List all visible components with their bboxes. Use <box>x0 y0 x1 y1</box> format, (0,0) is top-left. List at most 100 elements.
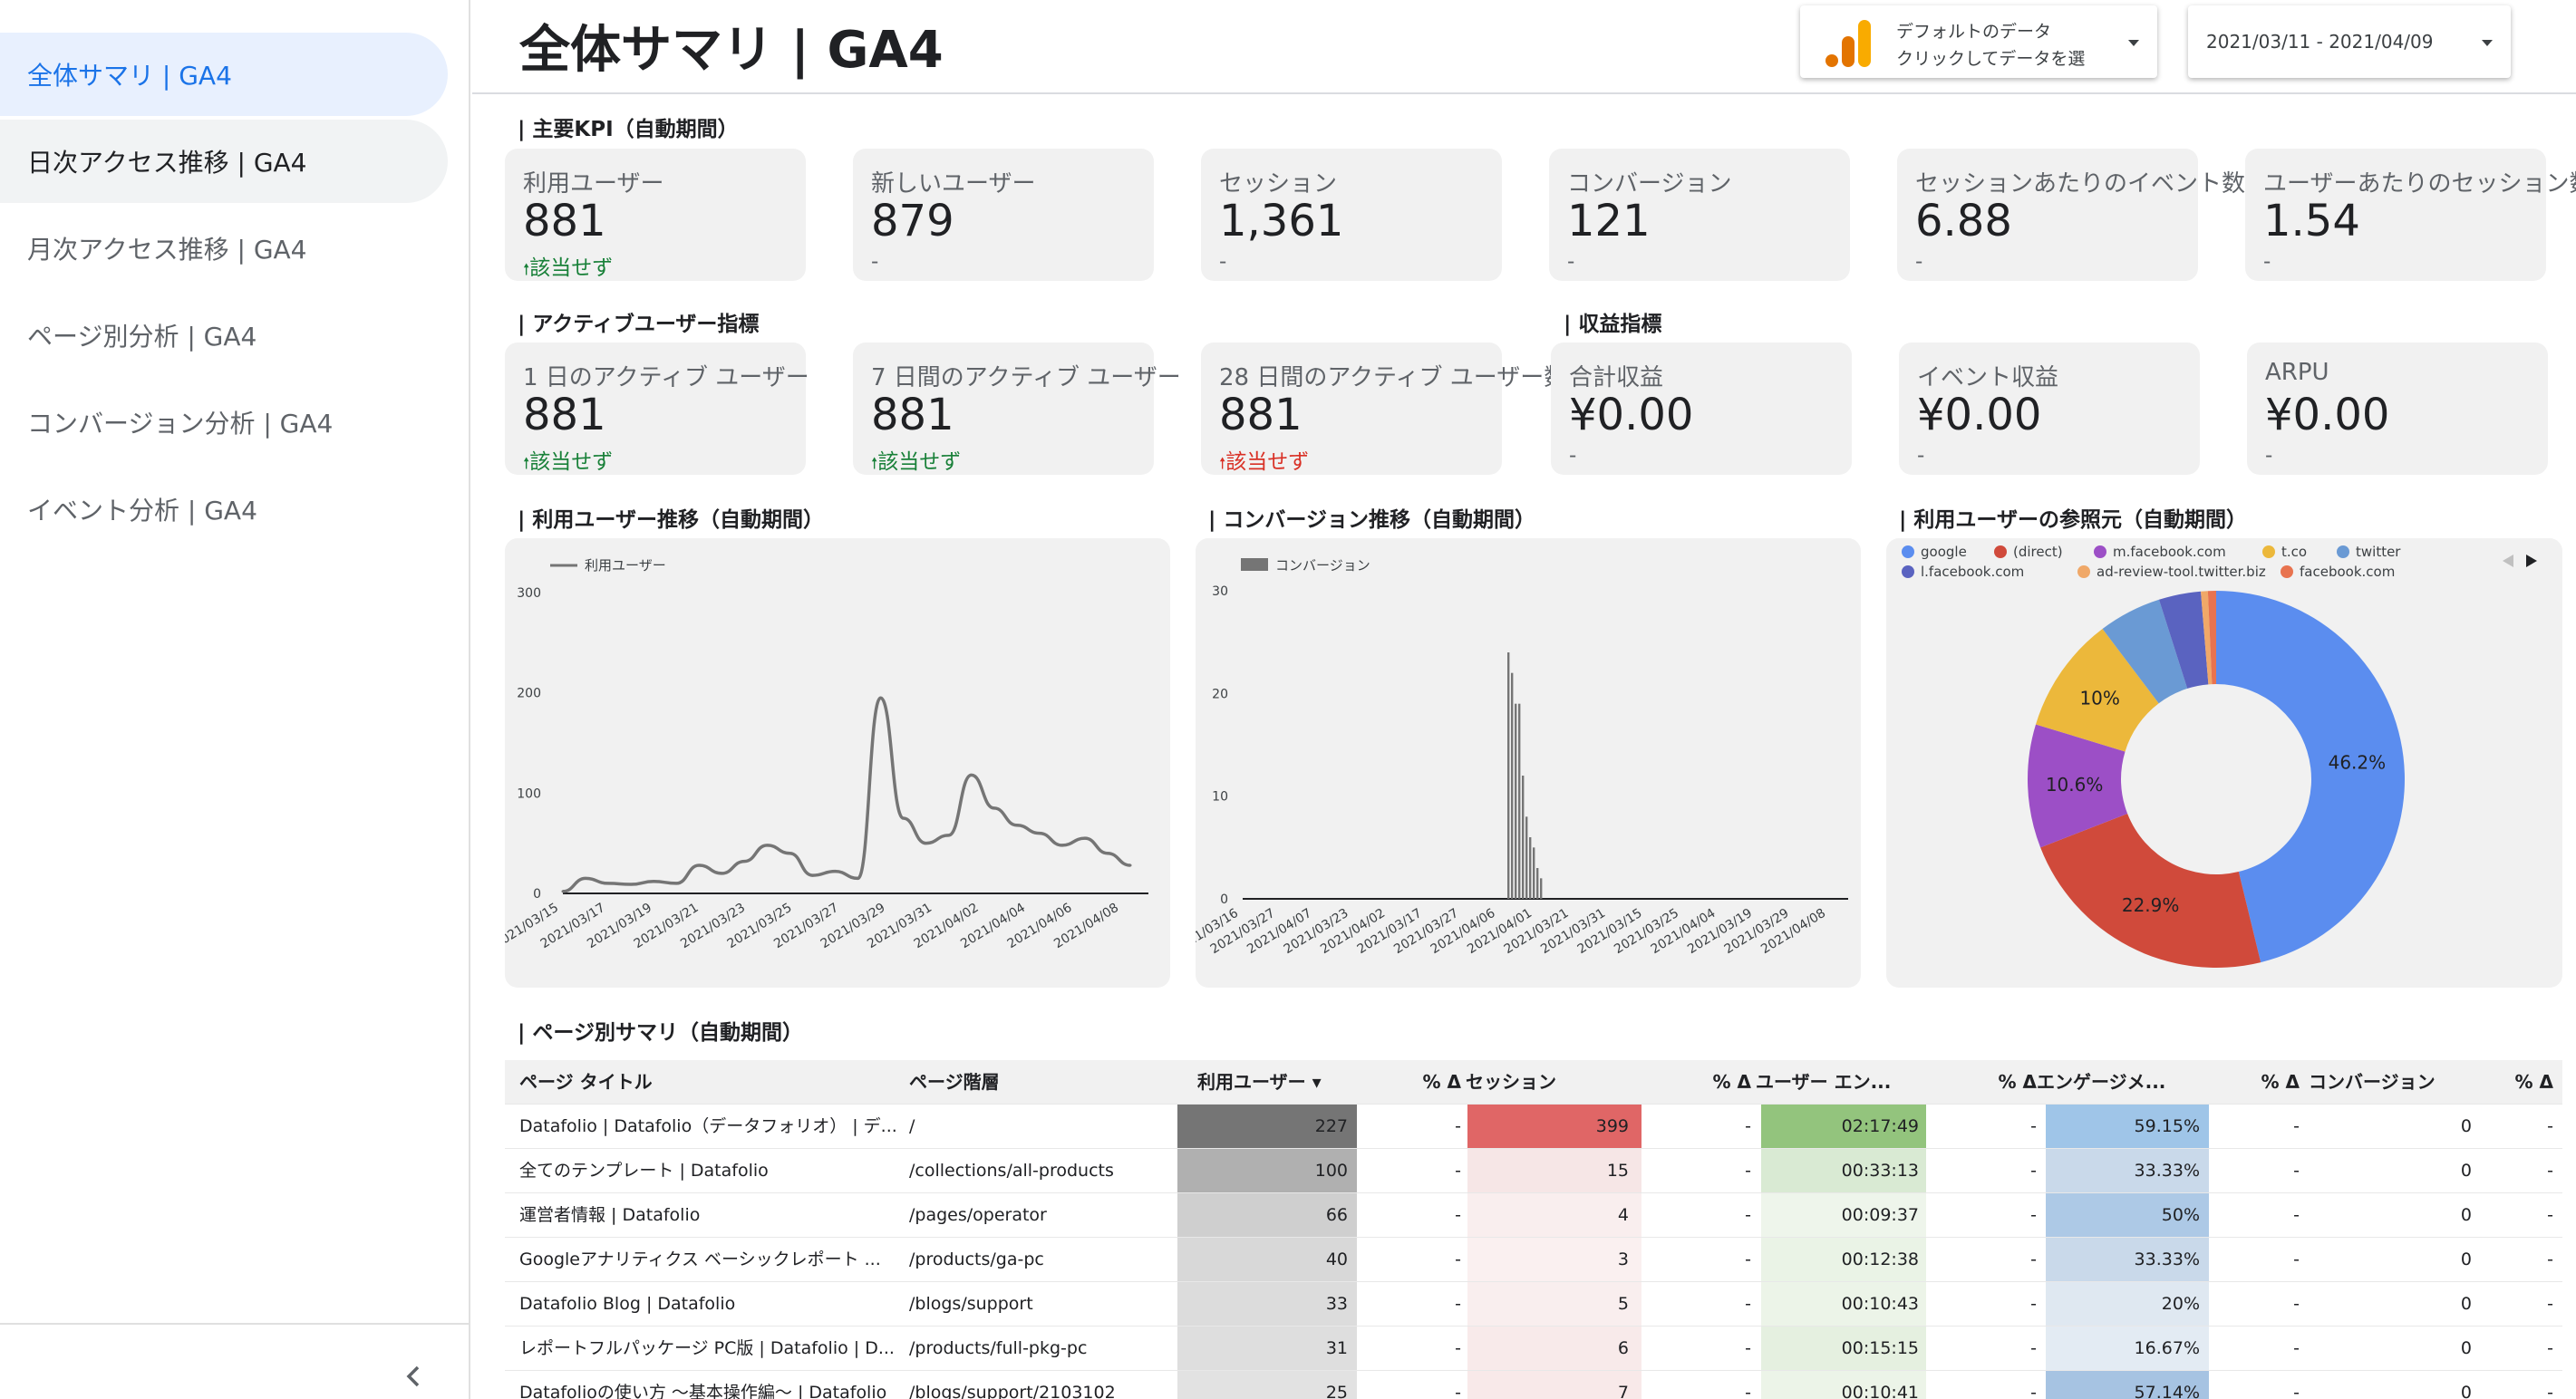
sidebar-item-conversion[interactable]: コンバージョン分析 | GA4 <box>0 381 448 464</box>
table-header-cell[interactable]: % Δ <box>1837 1060 2037 1104</box>
y-tick-label: 0 <box>533 887 541 902</box>
table-header-cell[interactable]: ページ タイトル <box>519 1060 900 1104</box>
card-delta-text: - <box>871 250 879 274</box>
app-root: 全体サマリ | GA4 日次アクセス推移 | GA4 月次アクセス推移 | GA… <box>0 0 2576 1399</box>
sidebar-item-daily[interactable]: 日次アクセス推移 | GA4 <box>0 120 448 203</box>
data-point <box>1083 836 1087 840</box>
card-delta-text: 該当せず <box>529 256 614 280</box>
y-tick-label: 0 <box>1220 892 1228 907</box>
card-delta-text: 該当せず <box>877 450 962 474</box>
card-value: 881 <box>523 196 606 246</box>
table-row: 全てのテンプレート | Datafolio/collections/all-pr… <box>505 1149 2562 1193</box>
table-header-cell[interactable]: ページ階層 <box>909 1060 1163 1104</box>
card-label: 1 日のアクティブ ユーザー <box>523 364 809 391</box>
section-title-active: | アクティブユーザー指標 <box>518 313 760 336</box>
card-delta: - <box>1219 250 1226 274</box>
table-cell: Datafolio Blog | Datafolio <box>519 1294 736 1314</box>
table-cell: - <box>2293 1338 2300 1358</box>
page-title: 全体サマリ | GA4 <box>519 21 944 80</box>
data-point <box>810 873 814 877</box>
caret-down-icon <box>2482 40 2493 46</box>
sidebar-item-summary[interactable]: 全体サマリ | GA4 <box>0 33 448 116</box>
card-value: 6.88 <box>1915 196 2012 246</box>
sidebar-item-monthly[interactable]: 月次アクセス推移 | GA4 <box>0 207 448 290</box>
table-cell: Datafolioの使い方 〜基本操作編〜 | Datafolio <box>519 1383 887 1399</box>
card-delta-text: - <box>2263 250 2271 274</box>
data-point <box>652 880 655 883</box>
active-card: 7 日間のアクティブ ユーザー 881 🠕該当せず <box>853 343 1181 478</box>
card-label: ARPU <box>2265 359 2329 386</box>
table-row: Googleアナリティクス ベーシックレポート ... /products/ga-… <box>505 1238 2562 1282</box>
conversion-bar-chart-svg: 0102030コンバージョン21/03/162021/03/272021/04/… <box>1185 557 1848 957</box>
table-header-cell[interactable]: % Δ <box>2100 1060 2300 1104</box>
card-delta: - <box>2265 444 2272 468</box>
bar <box>1515 703 1517 899</box>
data-point <box>1128 864 1132 867</box>
data-point <box>970 773 973 777</box>
y-tick-label: 30 <box>1212 584 1228 599</box>
table-cell: - <box>2293 1161 2300 1181</box>
y-tick-label: 20 <box>1212 687 1228 701</box>
data-source-control[interactable]: デフォルトのデータ クリックしてデータを選 <box>1800 5 2157 78</box>
date-range-control[interactable]: 2021/03/11 - 2021/04/09 <box>2188 5 2511 78</box>
pie-data-label: 46.2% <box>2329 751 2387 773</box>
report-header: 全体サマリ | GA4 デフォルトのデータ クリックしてデータを選 2021/0… <box>472 0 2576 94</box>
card-delta-text: - <box>1569 444 1577 468</box>
card-value: 121 <box>1567 196 1651 246</box>
kpi-card: 利用ユーザー 881 🠕該当せず <box>505 149 806 281</box>
section-title-kpi: | 主要KPI（自動期間） <box>518 118 739 141</box>
data-point <box>1015 824 1019 827</box>
legend-next-icon[interactable] <box>2526 555 2537 567</box>
data-point <box>720 872 723 875</box>
data-point <box>1060 844 1064 847</box>
kpi-card: セッション 1,361 - <box>1201 149 1502 281</box>
data-point <box>1106 852 1109 855</box>
date-range-text: 2021/03/11 - 2021/04/09 <box>2206 31 2434 53</box>
card-delta-text: - <box>1567 250 1575 274</box>
google-analytics-icon <box>1825 20 1871 67</box>
data-point <box>561 890 565 893</box>
table-cell: / <box>909 1116 915 1136</box>
section-title-page-summary: | ページ別サマリ（自動期間） <box>518 1021 803 1045</box>
active-card: 1 日のアクティブ ユーザー 881 🠕該当せず <box>505 343 809 475</box>
table-row: 運営者情報 | Datafolio/pages/operator 66-4-00:… <box>505 1193 2562 1238</box>
card-value: ¥0.00 <box>1917 390 2042 440</box>
series-line-users <box>562 696 1131 893</box>
revenue-card: イベント収益 ¥0.00 - <box>1899 343 2200 475</box>
revenue-card: 合計収益 ¥0.00 - <box>1551 343 1852 475</box>
section-title-referrer: | 利用ユーザーの参照元（自動期間） <box>1899 508 2247 532</box>
legend-swatch <box>1241 558 1268 571</box>
card-label: セッション <box>1219 170 1338 198</box>
table-header-cell[interactable]: % Δ <box>1552 1060 1751 1104</box>
card-delta: 🠕該当せず <box>871 444 961 478</box>
sidebar-item-event[interactable]: イベント分析 | GA4 <box>0 468 448 551</box>
sidebar-item-label: 全体サマリ | GA4 <box>27 61 232 91</box>
caret-down-icon <box>2128 40 2139 46</box>
referrer-pie-chart: google (direct) m.facebook.com t.co twitter l… <box>1886 538 2562 988</box>
legend-label: google <box>1921 544 1967 560</box>
legend-swatch <box>1902 545 1914 558</box>
card-value: 1,361 <box>1219 196 1344 246</box>
bar <box>1525 816 1528 899</box>
kpi-card: セッションあたりのイベント数 6.88 - <box>1897 149 2245 281</box>
card-value: ¥0.00 <box>2265 390 2390 440</box>
table-header-cell[interactable]: % Δ <box>2354 1060 2553 1104</box>
table-cell: - <box>2293 1383 2300 1399</box>
y-tick-label: 200 <box>517 687 541 701</box>
bar <box>1522 776 1525 899</box>
data-point <box>993 806 996 810</box>
chevron-left-icon[interactable] <box>399 1361 430 1392</box>
legend-swatch <box>2281 565 2293 578</box>
card-label: 新しいユーザー <box>871 170 1036 198</box>
table-header-cell[interactable]: % Δ <box>1262 1060 1461 1104</box>
legend-label: twitter <box>2356 544 2401 560</box>
table-cell: /products/full-pkg-pc <box>909 1338 1088 1358</box>
legend-label: l.facebook.com <box>1921 564 2024 580</box>
data-source-line2: クリックしてデータを選 <box>1896 49 2086 69</box>
sidebar-footer <box>0 1323 469 1399</box>
card-delta: - <box>1567 250 1574 274</box>
sidebar-item-page-analysis[interactable]: ページ別分析 | GA4 <box>0 294 448 377</box>
card-label: 利用ユーザー <box>523 170 664 198</box>
users-line-chart-svg: 0100200300利用ユーザー2021/03/152021/03/172021… <box>491 557 1148 951</box>
section-title-users-trend: | 利用ユーザー推移（自動期間） <box>518 508 824 532</box>
